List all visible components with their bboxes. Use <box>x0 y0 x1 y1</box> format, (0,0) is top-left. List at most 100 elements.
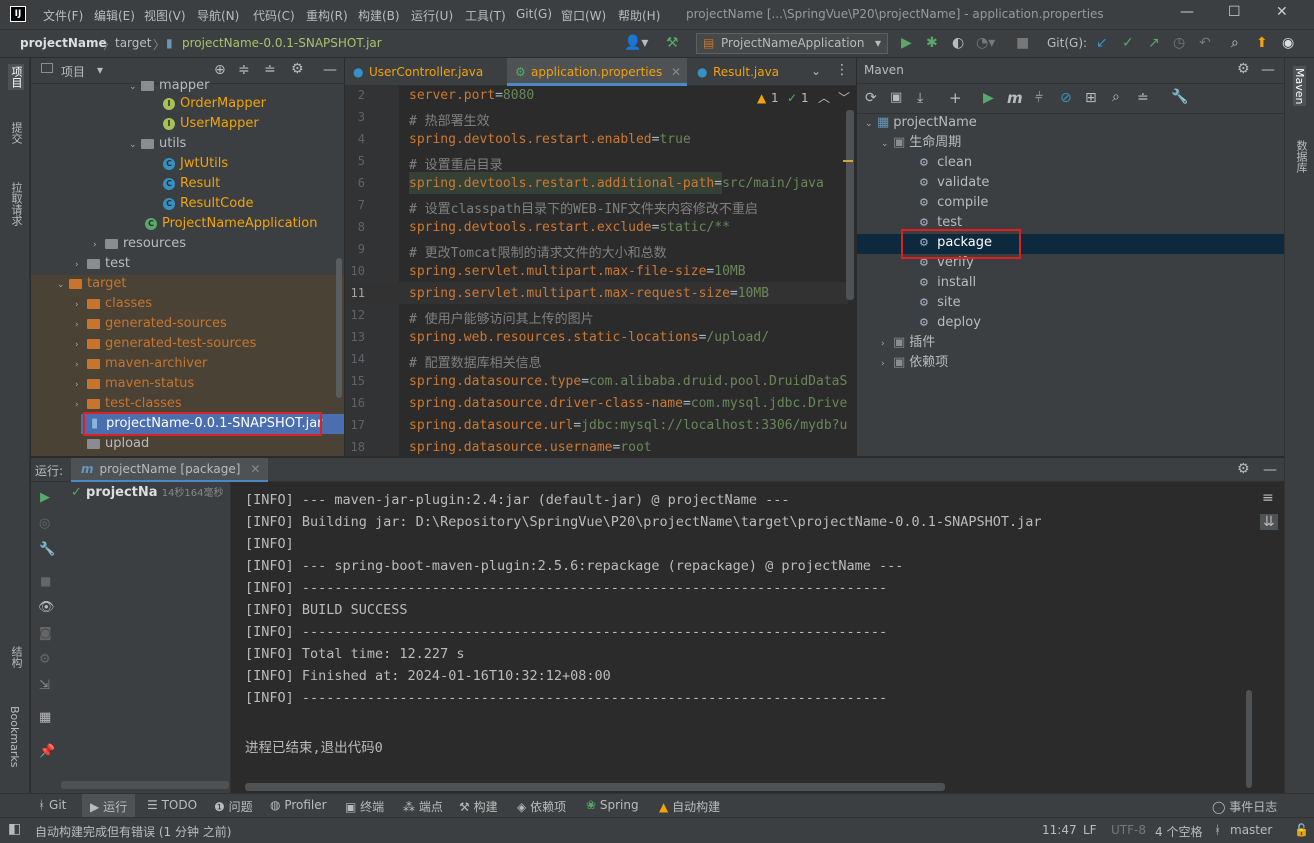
project-view-select[interactable]: 项目 <box>61 63 85 80</box>
close-icon[interactable]: ✕ <box>1276 4 1288 20</box>
camera-icon[interactable]: ◙ <box>39 626 52 641</box>
maven-dependencies[interactable]: › ▣ 依赖项 <box>881 353 948 373</box>
status-branch[interactable]: master <box>1230 823 1272 837</box>
next-highlight-icon[interactable]: ﹀ <box>838 89 850 106</box>
tab-result[interactable]: ● Result.java <box>689 58 801 86</box>
tab-list-chevron-icon[interactable]: ⌄ <box>811 64 821 78</box>
bookmarks-tool-tab[interactable]: Bookmarks <box>8 706 21 767</box>
menu-window[interactable]: 窗口(W) <box>561 7 606 24</box>
tree-item-test[interactable]: › test <box>75 254 130 274</box>
breadcrumb-project[interactable]: projectName <box>20 36 107 50</box>
tree-item-jwtutils[interactable]: C JwtUtils <box>163 154 228 174</box>
menu-edit[interactable]: 编辑(E) <box>94 7 135 24</box>
tree-item-upload[interactable]: upload <box>75 434 149 454</box>
commit-tool-tab[interactable]: 提交 <box>8 122 24 144</box>
wrench-icon[interactable]: 🔧 <box>1171 89 1188 105</box>
code-line[interactable]: # 设置重启目录 <box>409 154 503 173</box>
menu-file[interactable]: 文件(F) <box>43 7 83 24</box>
maven-lifecycle[interactable]: ⌄ ▣ 生命周期 <box>881 133 961 153</box>
menu-code[interactable]: 代码(C) <box>253 7 295 24</box>
maven-goal-validate[interactable]: ⚙ validate <box>919 173 989 193</box>
ok-icon[interactable]: ✓ <box>787 91 797 105</box>
menu-git[interactable]: Git(G) <box>516 7 552 21</box>
gear-icon[interactable]: ⚙ <box>291 61 304 77</box>
console-scrollbar[interactable] <box>1246 690 1252 788</box>
code-line[interactable]: spring.devtools.restart.additional-path=… <box>409 176 824 191</box>
tree-item-generated-test-sources[interactable]: › generated-test-sources <box>75 334 256 354</box>
tab-run-package[interactable]: m projectName [package] ✕ <box>71 458 269 482</box>
tree-item-maven-archiver[interactable]: › maven-archiver <box>75 354 207 374</box>
show-dependencies-icon[interactable]: ⊞ <box>1085 90 1097 106</box>
maven-goal-compile[interactable]: ⚙ compile <box>919 193 988 213</box>
tree-item-utils[interactable]: ⌄ utils <box>129 134 186 154</box>
code-line[interactable]: # 更改Tomcat限制的请求文件的大小和总数 <box>409 242 667 261</box>
maven-goal-install[interactable]: ⚙ install <box>919 273 976 293</box>
code-line[interactable]: # 热部署生效 <box>409 110 490 129</box>
status-cursor-position[interactable]: 11:47 <box>1042 823 1077 837</box>
hide-icon[interactable]: — <box>1261 62 1275 78</box>
tree-item-classes[interactable]: › classes <box>75 294 152 314</box>
maven-goal-deploy[interactable]: ⚙ deploy <box>919 313 981 333</box>
tool-dependencies[interactable]: ◈ 依赖项 <box>517 798 566 815</box>
structure-tool-tab[interactable]: 结构 <box>8 646 24 668</box>
code-line[interactable]: # 设置classpath目录下的WEB-INF文件夹内容修改不重启 <box>409 198 758 217</box>
git-commit-icon[interactable]: ✓ <box>1122 35 1134 51</box>
rerun-icon[interactable]: ▶ <box>40 490 50 505</box>
project-tool-tab[interactable]: 项目 <box>8 64 24 90</box>
coverage-icon[interactable]: ◐ <box>952 35 964 51</box>
tree-item-generated-sources[interactable]: › generated-sources <box>75 314 227 334</box>
warning-icon[interactable]: ▲ <box>757 91 766 105</box>
code-line[interactable]: spring.servlet.multipart.max-request-siz… <box>409 286 769 301</box>
import-icon[interactable]: ⇲ <box>39 678 50 693</box>
generate-sources-icon[interactable]: ▣ <box>890 90 902 105</box>
maximize-icon[interactable]: ☐ <box>1228 4 1241 20</box>
menu-build[interactable]: 构建(B) <box>358 7 400 24</box>
gear-icon[interactable]: ⚙ <box>1237 461 1250 477</box>
add-icon[interactable]: + <box>949 89 962 107</box>
pin-icon[interactable]: 📌 <box>39 744 55 759</box>
soft-wrap-icon[interactable]: ≡ <box>1262 490 1274 506</box>
code-line[interactable]: spring.datasource.url=jdbc:mysql://local… <box>409 418 847 433</box>
tool-event-log[interactable]: ◯ 事件日志 <box>1212 798 1277 815</box>
tree-item-projectnameapplication[interactable]: C ProjectNameApplication <box>145 214 317 234</box>
lock-icon[interactable]: 🔓 <box>1294 823 1309 837</box>
run-tree-scrollbar[interactable] <box>61 781 229 789</box>
code-line[interactable]: # 配置数据库相关信息 <box>409 352 542 371</box>
tab-application-properties[interactable]: ⚙ application.properties ✕ <box>507 58 687 86</box>
menu-run[interactable]: 运行(U) <box>411 7 453 24</box>
wrench-icon[interactable]: 🔧 <box>39 542 55 557</box>
tool-git[interactable]: ᚼ Git <box>38 798 66 812</box>
stop-icon[interactable]: ■ <box>40 574 51 588</box>
search-icon[interactable]: ⌕ <box>1231 35 1239 51</box>
minimize-icon[interactable]: — <box>1180 4 1194 20</box>
menu-help[interactable]: 帮助(H) <box>618 7 660 24</box>
tool-problems[interactable]: ❶ 问题 <box>214 798 253 815</box>
debug-icon[interactable]: ✱ <box>926 35 938 51</box>
run-icon[interactable]: ▶ <box>901 35 912 51</box>
menu-refactor[interactable]: 重构(R) <box>306 7 348 24</box>
status-encoding[interactable]: UTF-8 <box>1111 823 1146 837</box>
user-icon[interactable]: 👤▾ <box>624 35 648 51</box>
stop-icon[interactable]: ■ <box>1016 35 1029 51</box>
code-line[interactable]: spring.web.resources.static-locations=/u… <box>409 330 769 345</box>
toggle-skip-icon[interactable]: ◎ <box>39 516 50 531</box>
pull-requests-tool-tab[interactable]: 拉取请求 <box>8 182 24 226</box>
maven-goal-clean[interactable]: ⚙ clean <box>919 153 972 173</box>
status-message[interactable]: 自动构建完成但有错误 (1 分钟 之前) <box>35 823 231 840</box>
layout-icon[interactable]: ▦ <box>39 710 51 725</box>
tool-endpoints[interactable]: ⁂ 端点 <box>403 798 443 815</box>
tool-todo[interactable]: ☰ TODO <box>147 798 197 812</box>
maven-plugins[interactable]: › ▣ 插件 <box>881 333 935 353</box>
search-icon[interactable]: ⌕ <box>1112 89 1120 105</box>
hammer-icon[interactable]: ⚒ <box>666 35 679 51</box>
reload-icon[interactable]: ⟳ <box>865 90 877 106</box>
menu-view[interactable]: 视图(V) <box>144 7 186 24</box>
tree-item-resources[interactable]: › resources <box>93 234 186 254</box>
tool-spring[interactable]: ❀ Spring <box>586 798 639 812</box>
tree-item-usermapper[interactable]: I UserMapper <box>163 114 259 134</box>
eye-icon[interactable]: 👁 <box>38 600 55 615</box>
run-tree-item[interactable]: ✓ projectNa 14秒164毫秒 <box>71 484 224 500</box>
gear-icon[interactable]: ⚙ <box>1237 61 1250 77</box>
update-icon[interactable]: ⬆ <box>1256 35 1268 51</box>
collapse-all-icon[interactable]: ≐ <box>1137 90 1149 106</box>
